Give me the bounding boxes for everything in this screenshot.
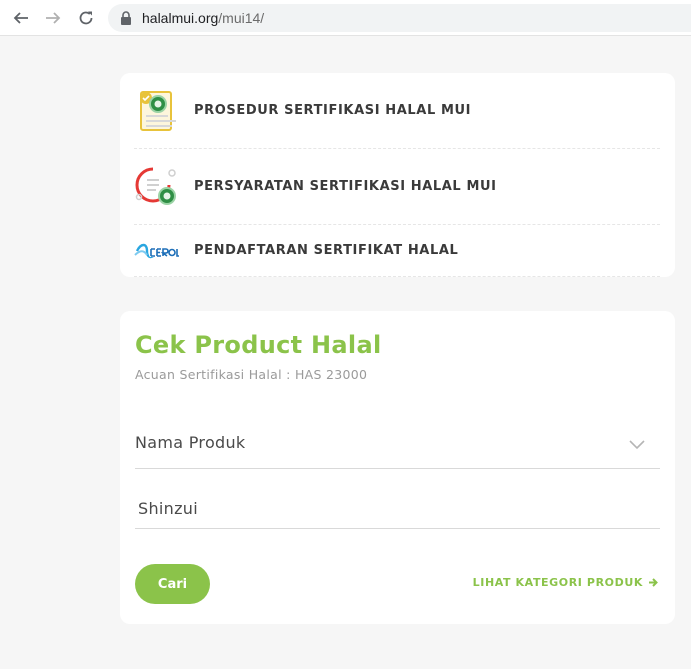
menu-item-label: PERSYARATAN SERTIFIKASI HALAL MUI xyxy=(194,179,497,194)
check-product-title: Cek Product Halal xyxy=(135,331,382,359)
certificate-procedure-icon xyxy=(134,88,180,134)
check-product-card: Cek Product Halal Acuan Sertifikasi Hala… xyxy=(120,311,675,624)
arrow-right-icon xyxy=(649,578,658,587)
reload-icon xyxy=(79,11,93,25)
arrow-left-icon xyxy=(13,12,28,24)
lock-icon xyxy=(121,11,131,25)
certification-menu-card: PROSEDUR SERTIFIKASI HALAL MUI PERSYARAT… xyxy=(120,73,675,277)
menu-item-prosedur[interactable]: PROSEDUR SERTIFIKASI HALAL MUI xyxy=(134,73,660,149)
menu-item-persyaratan[interactable]: PERSYARATAN SERTIFIKASI HALAL MUI xyxy=(134,149,660,225)
url-domain: halalmui.org xyxy=(142,10,219,26)
address-bar[interactable]: halalmui.org/mui14/ xyxy=(108,4,691,32)
url-text: halalmui.org/mui14/ xyxy=(142,10,264,26)
forward-button[interactable] xyxy=(42,7,64,29)
check-product-subtitle: Acuan Sertifikasi Halal : HAS 23000 xyxy=(135,367,368,382)
menu-item-pendaftaran[interactable]: PENDAFTARAN SERTIFIKAT HALAL xyxy=(134,225,660,277)
search-button[interactable]: Cari xyxy=(135,564,210,604)
browser-toolbar: halalmui.org/mui14/ xyxy=(0,0,691,36)
url-path: /mui14/ xyxy=(218,10,265,26)
chevron-down-icon xyxy=(629,440,645,450)
select-value: Nama Produk xyxy=(135,433,246,452)
reload-button[interactable] xyxy=(75,7,97,29)
view-product-categories-link[interactable]: LIHAT KATEGORI PRODUK xyxy=(473,576,659,589)
arrow-right-icon xyxy=(46,12,61,24)
certificate-requirements-icon xyxy=(134,164,180,210)
cerol-logo-icon xyxy=(134,228,180,274)
link-label: LIHAT KATEGORI PRODUK xyxy=(472,576,643,589)
menu-item-label: PENDAFTARAN SERTIFIKAT HALAL xyxy=(194,243,459,258)
product-search-input[interactable] xyxy=(135,489,660,529)
search-type-select[interactable]: Nama Produk xyxy=(135,423,660,469)
back-button[interactable] xyxy=(10,7,32,29)
menu-item-label: PROSEDUR SERTIFIKASI HALAL MUI xyxy=(194,103,472,118)
